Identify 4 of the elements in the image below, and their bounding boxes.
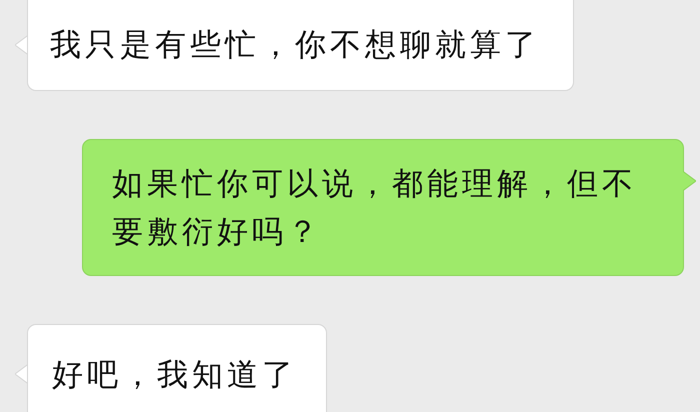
message-bubble: 好吧，我知道了: [27, 324, 327, 412]
message-bubble: 我只是有些忙，你不想聊就算了: [27, 0, 574, 91]
message-bubble: 如果忙你可以说，都能理解，但不要敷衍好吗？: [82, 139, 684, 276]
bubble-tail: [683, 171, 696, 191]
